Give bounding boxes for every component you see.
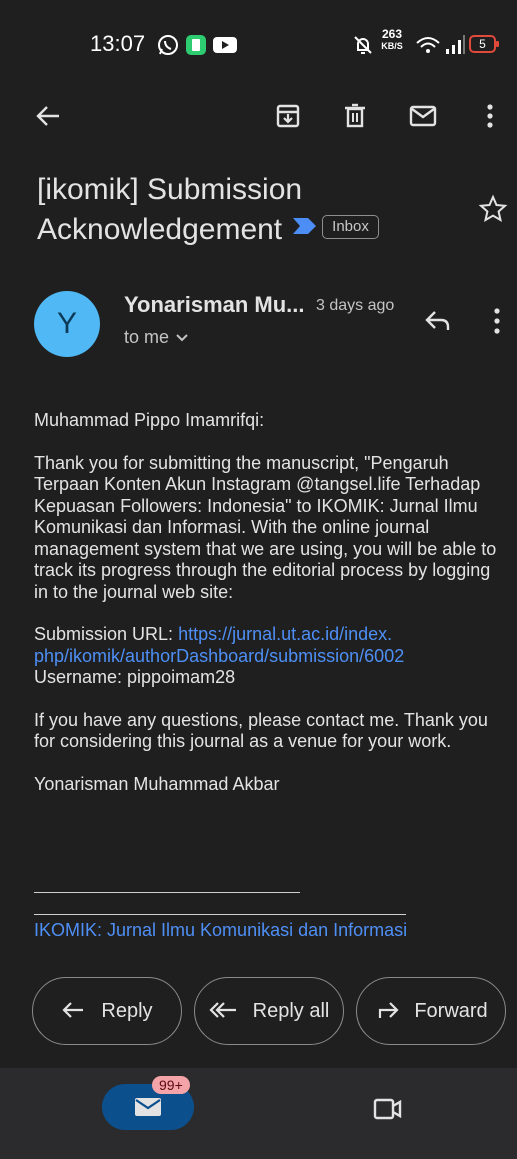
email-body: Muhammad Pippo Imamrifqi: Thank you for … <box>34 410 504 795</box>
whatsapp-icon <box>156 33 180 62</box>
reply-all-button[interactable]: Reply all <box>194 977 344 1045</box>
body-paragraph-2: If you have any questions, please contac… <box>34 709 488 752</box>
username-line: Username: pippoimam28 <box>34 667 236 687</box>
reply-icon <box>62 1002 84 1018</box>
app-bar <box>0 84 517 148</box>
reply-all-icon <box>209 1002 236 1018</box>
back-button[interactable] <box>30 98 66 134</box>
status-time: 13:07 <box>90 31 146 56</box>
trash-icon <box>345 103 365 128</box>
overflow-menu-button[interactable] <box>472 98 508 134</box>
unread-badge: 99+ <box>152 1076 190 1094</box>
video-camera-icon <box>373 1098 402 1120</box>
archive-button[interactable] <box>270 98 306 134</box>
reply-label: Reply <box>101 999 153 1022</box>
recipient-toggle[interactable]: to me <box>124 327 189 348</box>
email-time: 3 days ago <box>316 297 395 314</box>
submission-url-link[interactable]: https://jurnal.ut.ac.id/index. <box>178 624 392 644</box>
more-vert-icon <box>487 104 493 128</box>
mail-icon <box>409 105 437 127</box>
forward-button[interactable]: Forward <box>356 977 506 1045</box>
subject-line-2: Acknowledgement <box>37 213 283 246</box>
chevron-down-icon <box>176 333 188 341</box>
signature: Yonarisman Muhammad Akbar <box>34 773 280 794</box>
app-notification-icon <box>184 33 208 62</box>
status-bar: 13:07 263 KB/S 5 <box>0 0 517 84</box>
submission-url-link-cont[interactable]: php/ikomik/authorDashboard/submission/60… <box>34 646 404 666</box>
phone-screen: 13:07 263 KB/S 5 [ikomik] Submission Ack… <box>0 0 517 1159</box>
network-speed: 263 KB/S <box>381 27 403 51</box>
sender-avatar[interactable]: Y <box>34 291 100 357</box>
signal-icon <box>444 33 466 62</box>
inbox-label-chip[interactable]: Inbox <box>322 215 379 240</box>
important-marker-icon[interactable] <box>292 207 318 247</box>
email-subject: [ikomik] Submission Acknowledgement Inbox <box>37 170 467 251</box>
youtube-icon <box>212 33 238 62</box>
submission-url-line: Submission URL: https://jurnal.ut.ac.id/… <box>34 624 504 667</box>
sender-name[interactable]: Yonarisman Mu... <box>124 292 305 318</box>
message-actions: Reply Reply all Forward <box>0 977 517 1047</box>
quick-reply-button[interactable] <box>423 306 453 341</box>
recipient-label: to me <box>124 327 170 347</box>
reply-button[interactable]: Reply <box>32 977 182 1045</box>
greeting: Muhammad Pippo Imamrifqi: <box>34 410 265 430</box>
signature-divider-1 <box>34 892 300 893</box>
reply-icon <box>425 311 450 330</box>
body-paragraph-1: Thank you for submitting the manuscript,… <box>34 452 497 602</box>
delete-button[interactable] <box>337 98 373 134</box>
battery-icon: 5 <box>468 32 499 56</box>
star-button[interactable] <box>478 194 508 229</box>
archive-icon <box>276 104 300 128</box>
signature-divider-2 <box>34 914 406 915</box>
reply-all-label: Reply all <box>252 999 330 1022</box>
star-icon <box>478 194 508 223</box>
wifi-icon <box>414 33 442 62</box>
nav-meet-tab[interactable] <box>372 1096 404 1127</box>
url-label: Submission URL: <box>34 624 179 644</box>
message-more-button[interactable] <box>490 306 504 341</box>
bottom-navigation: 99+ <box>0 1068 517 1159</box>
mark-unread-button[interactable] <box>405 98 441 134</box>
journal-link[interactable]: IKOMIK: Jurnal Ilmu Komunikasi dan Infor… <box>34 920 407 941</box>
forward-label: Forward <box>414 999 488 1022</box>
more-vert-icon <box>494 308 500 334</box>
arrow-back-icon <box>36 106 59 126</box>
mail-icon <box>135 1098 161 1116</box>
silent-mode-icon <box>352 33 374 62</box>
subject-line-1: [ikomik] Submission <box>37 173 303 206</box>
forward-icon <box>379 1002 399 1018</box>
